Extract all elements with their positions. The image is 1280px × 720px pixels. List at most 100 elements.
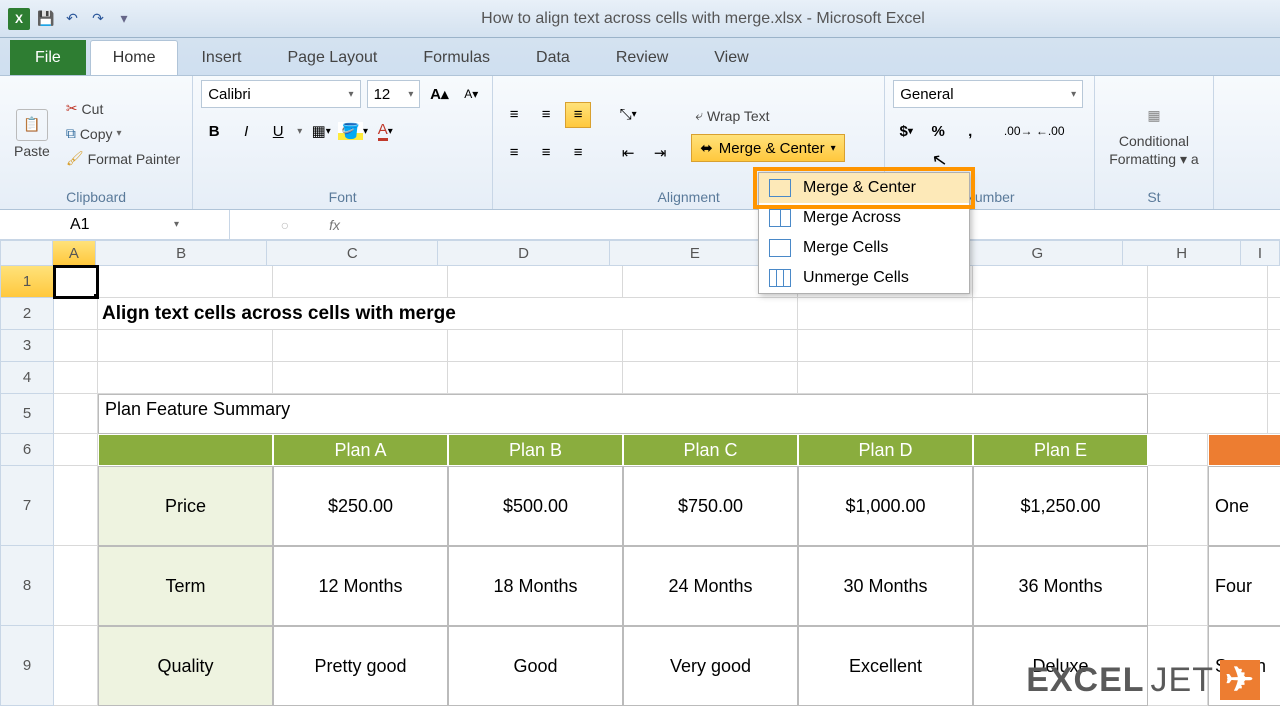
increase-decimal-icon[interactable]: .00→ <box>1005 118 1031 144</box>
cell[interactable] <box>273 362 448 394</box>
row-header[interactable]: 1 <box>0 266 54 298</box>
name-box[interactable]: A1▾ <box>0 210 230 239</box>
cell[interactable] <box>798 362 973 394</box>
plan-cell[interactable]: $750.00 <box>623 466 798 546</box>
font-name-combo[interactable]: Calibri▾ <box>201 80 360 108</box>
bold-button[interactable]: B <box>201 118 227 144</box>
plan-header[interactable]: Plan C <box>623 434 798 466</box>
cell[interactable] <box>798 298 973 330</box>
underline-button[interactable]: U <box>265 118 291 144</box>
cell[interactable] <box>54 330 98 362</box>
cell[interactable] <box>623 362 798 394</box>
plan-cell[interactable]: $1,000.00 <box>798 466 973 546</box>
qat-dropdown-icon[interactable]: ▾ <box>114 9 134 29</box>
cell[interactable] <box>54 466 98 546</box>
cell[interactable] <box>1148 330 1268 362</box>
cell[interactable] <box>273 266 448 298</box>
cut-button[interactable]: ✂Cut <box>62 98 184 119</box>
plan-header[interactable]: Plan D <box>798 434 973 466</box>
orientation-icon[interactable]: ⤡▾ <box>615 102 641 128</box>
cell[interactable] <box>54 394 98 434</box>
currency-icon[interactable]: $▾ <box>893 118 919 144</box>
cell[interactable] <box>1148 362 1268 394</box>
cell[interactable] <box>54 266 98 298</box>
tab-file[interactable]: File <box>10 40 86 75</box>
column-header[interactable]: G <box>952 240 1123 266</box>
cell[interactable] <box>1148 466 1208 546</box>
cell[interactable] <box>54 362 98 394</box>
paste-button[interactable]: 📋 Paste <box>8 105 56 163</box>
plan-cell[interactable]: Pretty good <box>273 626 448 706</box>
number-format-combo[interactable]: General▾ <box>893 80 1083 108</box>
copy-button[interactable]: ⧉Copy▾ <box>62 123 184 144</box>
tab-review[interactable]: Review <box>593 40 691 75</box>
plan-cell[interactable]: Excellent <box>798 626 973 706</box>
wrap-text-button[interactable]: ⤶Wrap Text <box>691 105 845 126</box>
column-header[interactable]: C <box>267 240 438 266</box>
cell[interactable] <box>973 330 1148 362</box>
plan-cell[interactable]: 30 Months <box>798 546 973 626</box>
tab-home[interactable]: Home <box>90 40 179 75</box>
plan-header[interactable]: Plan E <box>973 434 1148 466</box>
cell[interactable] <box>54 626 98 706</box>
tab-data[interactable]: Data <box>513 40 593 75</box>
cell[interactable] <box>1148 266 1268 298</box>
row-header[interactable]: 6 <box>0 434 54 466</box>
merge-and-center-item[interactable]: Merge & Center <box>759 173 969 203</box>
row-header[interactable]: 2 <box>0 298 54 330</box>
merge-across-item[interactable]: Merge Across <box>759 203 969 233</box>
column-header[interactable]: D <box>438 240 609 266</box>
plan-title[interactable]: Plan Feature Summary <box>98 394 1148 434</box>
plan-cell[interactable]: 12 Months <box>273 546 448 626</box>
conditional-formatting-button[interactable]: ▦ Conditional Formatting ▾ a <box>1103 95 1205 172</box>
plan-cell[interactable]: 24 Months <box>623 546 798 626</box>
tab-page-layout[interactable]: Page Layout <box>264 40 400 75</box>
borders-button[interactable]: ▦▾ <box>308 118 334 144</box>
fill-color-button[interactable]: 🪣▾ <box>340 118 366 144</box>
plan-row-label[interactable]: Quality <box>98 626 273 706</box>
cell[interactable] <box>1148 394 1268 434</box>
align-top-icon[interactable]: ≡ <box>501 102 527 128</box>
undo-icon[interactable]: ↶ <box>62 9 82 29</box>
plan-cell[interactable]: $1,250.00 <box>973 466 1148 546</box>
tab-formulas[interactable]: Formulas <box>400 40 513 75</box>
cell[interactable] <box>1148 546 1208 626</box>
cell[interactable] <box>973 298 1148 330</box>
comma-icon[interactable]: , <box>957 118 983 144</box>
plan-cell[interactable]: One <box>1208 466 1280 546</box>
align-right-icon[interactable]: ≡ <box>565 140 591 166</box>
plan-cell[interactable]: $500.00 <box>448 466 623 546</box>
cell[interactable] <box>973 362 1148 394</box>
row-header[interactable]: 4 <box>0 362 54 394</box>
orange-header[interactable] <box>1208 434 1280 466</box>
cell[interactable] <box>798 330 973 362</box>
row-header[interactable]: 7 <box>0 466 54 546</box>
cell[interactable] <box>54 298 98 330</box>
align-bottom-icon[interactable]: ≡ <box>565 102 591 128</box>
save-icon[interactable]: 💾 <box>36 9 56 29</box>
row-header[interactable]: 5 <box>0 394 54 434</box>
align-middle-icon[interactable]: ≡ <box>533 102 559 128</box>
font-color-button[interactable]: A▾ <box>372 118 398 144</box>
row-header[interactable]: 9 <box>0 626 54 706</box>
cell[interactable] <box>1268 298 1280 330</box>
plan-cell[interactable]: 18 Months <box>448 546 623 626</box>
cell[interactable] <box>1268 266 1280 298</box>
cells-area[interactable]: Align text cells across cells with merge… <box>54 266 1280 706</box>
column-header[interactable]: B <box>96 240 267 266</box>
column-header[interactable]: A <box>53 240 96 266</box>
column-header[interactable]: H <box>1123 240 1240 266</box>
cell[interactable] <box>1268 362 1280 394</box>
plan-cell[interactable]: Good <box>448 626 623 706</box>
cell[interactable] <box>54 546 98 626</box>
tab-view[interactable]: View <box>691 40 771 75</box>
plan-cell[interactable]: $250.00 <box>273 466 448 546</box>
cell[interactable] <box>98 362 273 394</box>
align-center-icon[interactable]: ≡ <box>533 140 559 166</box>
increase-indent-icon[interactable]: ⇥ <box>647 140 673 166</box>
column-header[interactable]: I <box>1241 240 1280 266</box>
cell[interactable] <box>273 330 448 362</box>
merge-center-button[interactable]: ⬌Merge & Center▾ <box>691 134 845 162</box>
plan-row-label[interactable]: Term <box>98 546 273 626</box>
plan-cell[interactable]: Four <box>1208 546 1280 626</box>
